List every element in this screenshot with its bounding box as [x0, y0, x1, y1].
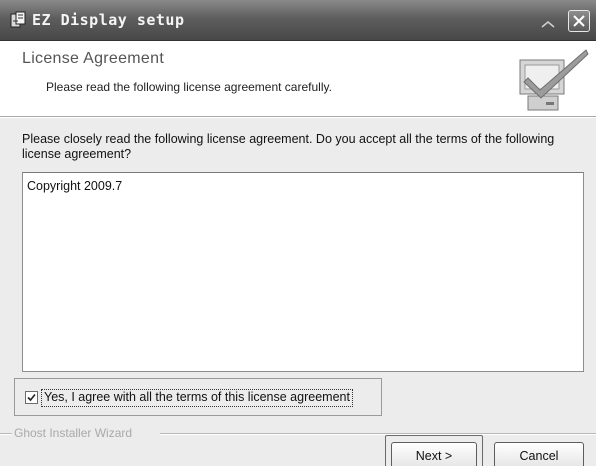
page-subtitle: Please read the following license agreem…	[46, 80, 332, 94]
branding-text: Ghost Installer Wizard	[14, 426, 133, 440]
agree-label[interactable]: Yes, I agree with all the terms of this …	[41, 389, 353, 407]
close-icon	[573, 15, 585, 27]
setup-window: EZ Display setup License Agreement Pleas…	[0, 0, 596, 466]
title-bar[interactable]: EZ Display setup	[0, 0, 596, 41]
minimize-icon[interactable]	[540, 16, 556, 28]
checkmark-icon	[27, 393, 36, 402]
agree-checkbox[interactable]	[25, 391, 38, 404]
license-text-area[interactable]: Copyright 2009.7	[22, 172, 584, 372]
branding: Ghost Installer Wizard	[0, 426, 596, 440]
page-title: License Agreement	[22, 50, 165, 67]
setup-icon	[10, 11, 26, 29]
agreement-group: Yes, I agree with all the terms of this …	[14, 378, 382, 416]
close-button[interactable]	[568, 10, 590, 32]
license-text: Copyright 2009.7	[27, 179, 123, 193]
license-prompt: Please closely read the following licens…	[22, 132, 555, 161]
branding-divider	[0, 433, 12, 435]
branding-divider	[160, 433, 596, 435]
cancel-button[interactable]: Cancel	[494, 442, 584, 466]
window-title: EZ Display setup	[32, 11, 185, 29]
header-divider	[0, 117, 596, 118]
next-button[interactable]: Next >	[391, 442, 477, 466]
computer-checkmark-icon	[506, 44, 592, 114]
